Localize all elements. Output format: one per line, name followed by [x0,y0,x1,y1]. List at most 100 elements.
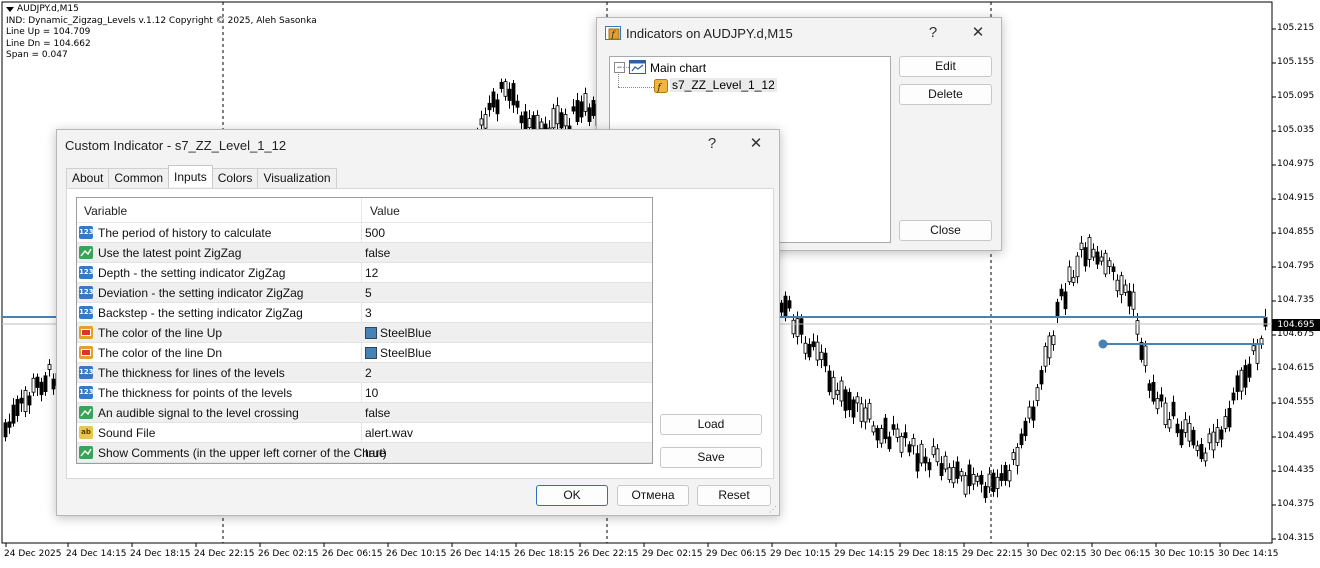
cancel-button[interactable]: Отмена [617,485,689,506]
close-icon[interactable]: ✕ [746,134,766,152]
candle-body [891,424,896,430]
variable-value[interactable]: false [365,246,390,260]
collapse-icon[interactable] [6,7,14,13]
candle-body [831,376,836,400]
candle-body [951,467,956,484]
variable-value[interactable]: SteelBlue [365,326,431,340]
candle-body [903,432,908,439]
candle-body [807,343,812,358]
time-tick-label: 26 Dec 02:15 [258,549,319,559]
column-header-variable[interactable]: Variable [84,204,127,218]
candle-body [1255,344,1260,364]
candle-body [527,118,532,128]
candle-body [911,437,916,447]
time-tick-label: 29 Dec 18:15 [898,549,959,559]
candle-body [859,403,864,422]
candle-body [799,318,804,335]
table-row[interactable]: 123 Depth - the setting indicator ZigZag 1… [77,263,652,283]
price-tick-label: 104.375 [1277,499,1315,509]
table-row[interactable]: 123 The thickness for points of the level… [77,383,652,403]
custom-indicator-dialog[interactable]: Custom Indicator - s7_ZZ_Level_1_12 ? ✕ … [56,129,780,516]
candle-body [827,370,832,393]
tree-item-indicator[interactable]: s7_ZZ_Level_1_12 [670,78,777,92]
time-tick-label: 24 Dec 14:15 [66,549,127,559]
table-row[interactable]: Show Comments (in the upper left corner … [77,443,652,463]
close-icon[interactable]: ✕ [968,23,988,41]
candle-body [1011,452,1016,460]
table-row[interactable]: An audible signal to the level crossing f… [77,403,652,423]
variable-value[interactable]: 500 [365,226,385,240]
tab-common[interactable]: Common [108,168,170,188]
table-row[interactable]: ab Sound File alert.wav [77,423,652,443]
time-tick-label: 26 Dec 14:15 [450,549,511,559]
price-tick-label: 104.315 [1277,533,1315,543]
custom-titlebar[interactable]: Custom Indicator - s7_ZZ_Level_1_12 [57,130,779,160]
table-row[interactable]: 123 Deviation - the setting indicator Zig… [77,283,652,303]
tab-about[interactable]: About [66,168,110,188]
variable-value[interactable]: 12 [365,266,378,280]
candle-body [1039,370,1044,385]
price-tick-label: 105.155 [1277,57,1315,67]
candle-body [503,81,508,97]
variable-value[interactable]: true [365,446,386,460]
save-button[interactable]: Save [660,447,762,468]
candle-body [823,352,828,367]
candle-body [483,114,488,129]
reset-button[interactable]: Reset [697,485,771,506]
table-row[interactable]: Use the latest point ZigZag false [77,243,652,263]
candle-body [51,378,56,390]
time-tick-label: 29 Dec 06:15 [706,549,767,559]
ok-button[interactable]: OK [536,485,608,506]
time-tick-label: 26 Dec 22:15 [578,549,639,559]
table-row[interactable]: 123 The thickness for lines of the levels… [77,363,652,383]
candle-body [931,446,936,456]
table-row[interactable]: The color of the line Dn SteelBlue [77,343,652,363]
price-tick-label: 104.855 [1277,227,1315,237]
candle-body [915,453,920,472]
resize-grip-icon[interactable]: ⋰ [769,505,777,514]
candle-body [511,83,516,106]
edit-button[interactable]: Edit [899,56,992,77]
tab-visualization[interactable]: Visualization [257,168,337,188]
close-button[interactable]: Close [899,220,992,241]
variable-value[interactable]: alert.wav [365,426,413,440]
help-button[interactable]: ? [702,135,722,152]
candle-body [1187,422,1192,442]
variable-value[interactable]: SteelBlue [365,346,431,360]
tab-colors[interactable]: Colors [211,168,259,188]
variable-value[interactable]: 5 [365,286,372,300]
candle-body [563,114,568,127]
candle-body [1047,335,1052,359]
variable-value[interactable]: 10 [365,386,378,400]
candle-body [803,342,808,354]
candle-body [991,472,996,493]
candle-body [879,428,884,444]
table-row[interactable]: The color of the line Up SteelBlue [77,323,652,343]
candle-body [499,81,504,89]
variable-value[interactable]: false [365,406,390,420]
candle-body [1071,276,1076,283]
inputs-table[interactable]: Variable Value 123 The period of history … [76,197,653,464]
tree-item-main-chart[interactable]: Main chart [650,61,706,75]
load-button[interactable]: Load [660,414,762,435]
candle-body [1211,431,1216,451]
candle-body [1095,251,1100,265]
help-button[interactable]: ? [923,24,943,41]
variable-name: Sound File [98,426,156,440]
tab-inputs[interactable]: Inputs [168,165,213,187]
candle-body [1239,369,1244,392]
table-row[interactable]: 123 Backstep - the setting indicator ZigZ… [77,303,652,323]
candle-body [1263,317,1268,327]
delete-button[interactable]: Delete [899,84,992,105]
candle-body [835,389,840,395]
candle-body [867,402,872,420]
variable-value[interactable]: 2 [365,366,372,380]
time-tick-label: 24 Dec 22:15 [194,549,255,559]
table-row[interactable]: 123 The period of history to calculate 500 [77,223,652,243]
price-tick-label: 104.435 [1277,465,1315,475]
indicators-dialog-icon: f [605,26,621,40]
candle-body [819,351,824,360]
column-header-value[interactable]: Value [370,204,400,218]
variable-value[interactable]: 3 [365,306,372,320]
candle-body [1107,260,1112,267]
